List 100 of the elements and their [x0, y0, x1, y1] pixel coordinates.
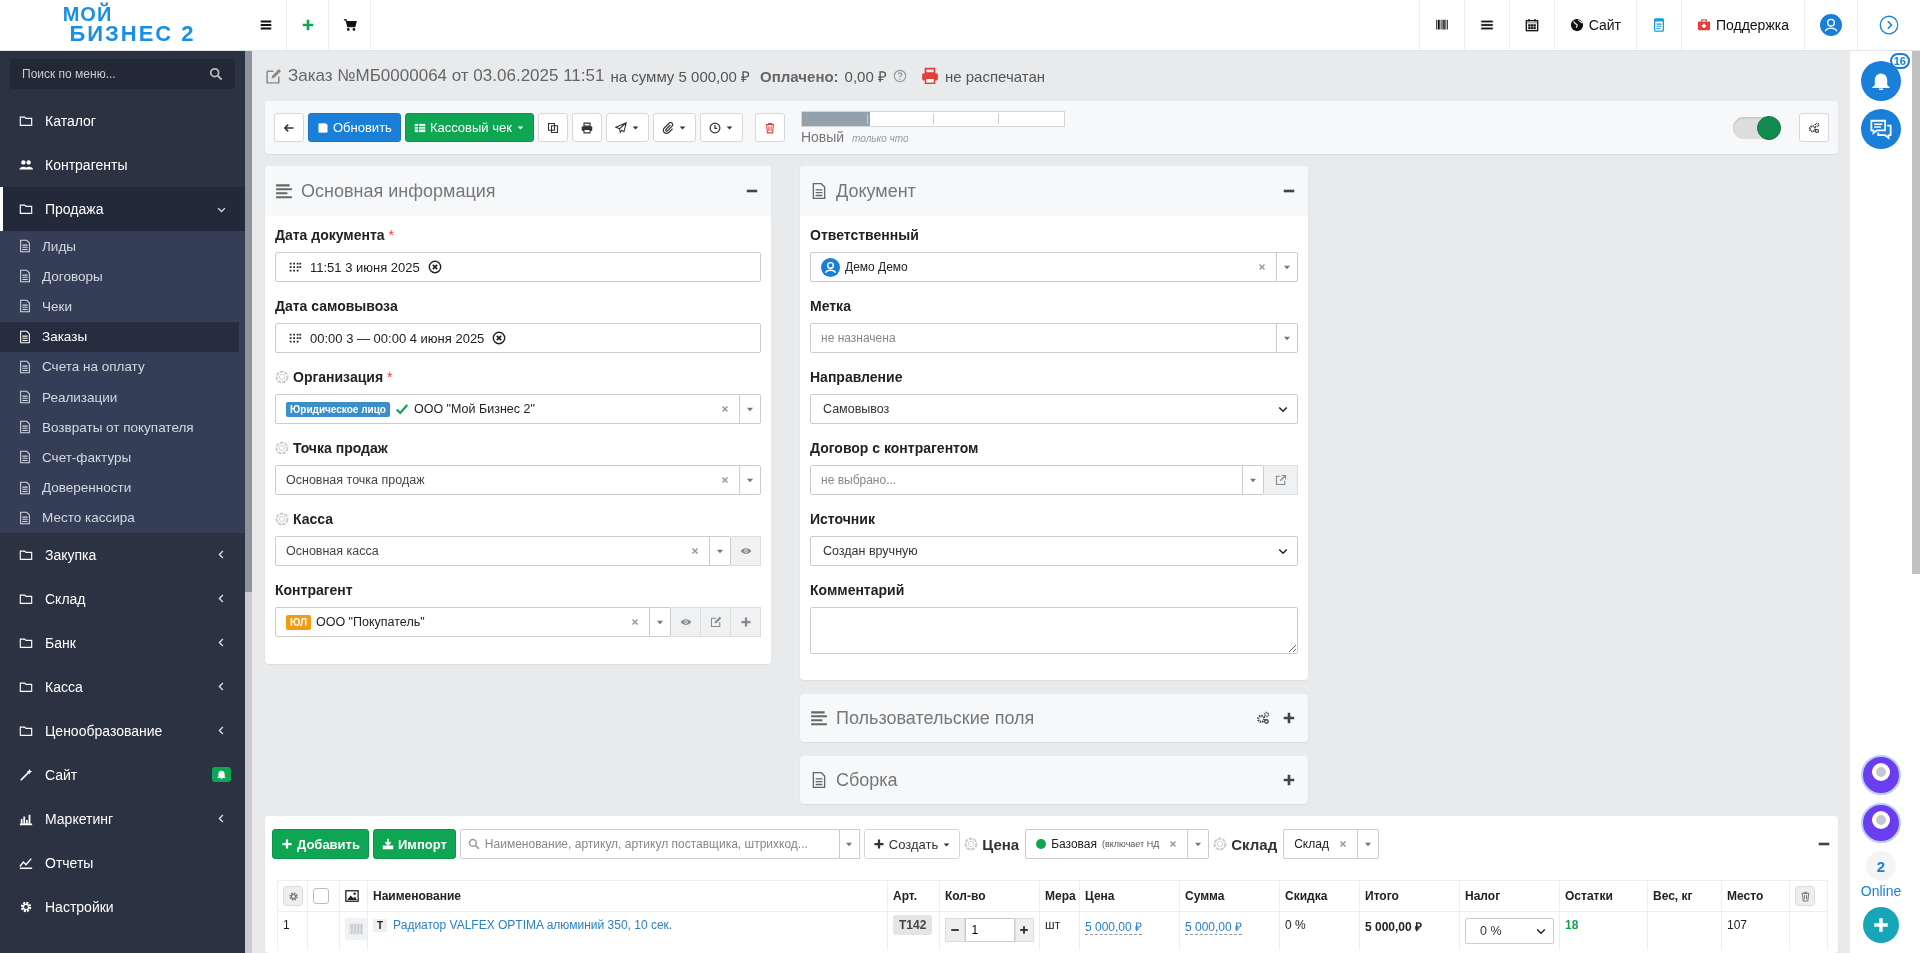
comment-field[interactable]: [810, 607, 1298, 654]
article-badge: Т142: [893, 915, 933, 935]
sidebar-item[interactable]: Отчеты: [0, 840, 245, 885]
print-button[interactable]: [571, 113, 602, 142]
sidebar-subitem[interactable]: Договоры: [0, 261, 245, 292]
clear-icon: [720, 404, 730, 414]
edit-button[interactable]: [701, 607, 731, 637]
document-icon: [18, 420, 32, 435]
document-icon: [18, 269, 32, 284]
sidebar-subitem[interactable]: Лиды: [0, 231, 245, 262]
printer-icon: [580, 121, 593, 134]
checkbox[interactable]: [313, 888, 329, 904]
add-button[interactable]: [1863, 907, 1899, 943]
sidebar-item[interactable]: Настройки: [0, 884, 245, 929]
select-field[interactable]: Демо Демо: [810, 252, 1298, 282]
tax-dropdown[interactable]: 0 %: [1465, 918, 1554, 944]
send-button[interactable]: [605, 113, 649, 142]
calendar-icon: [288, 260, 302, 274]
sidebar-item[interactable]: Маркетинг: [0, 796, 245, 841]
quantity-field[interactable]: 1: [964, 918, 1015, 942]
sidebar-item[interactable]: Каталог: [0, 99, 245, 143]
select-field[interactable]: Основная точка продаж: [275, 465, 761, 495]
sidebar-item[interactable]: Склад: [0, 576, 245, 621]
card-title: Пользовательские поля: [836, 707, 1035, 729]
history-button[interactable]: [699, 113, 743, 142]
increase-button[interactable]: [1014, 918, 1034, 942]
create-button[interactable]: Создать: [863, 829, 961, 859]
gears-icon: [1256, 711, 1270, 725]
price-link[interactable]: 5 000,00 ₽: [1085, 920, 1143, 935]
select-field[interactable]: Основная касса: [275, 536, 731, 566]
select-field[interactable]: ЮЛ ООО "Покупатель": [275, 607, 671, 637]
chat-button[interactable]: [1861, 109, 1901, 149]
price-select[interactable]: Базовая (включает НД: [1025, 829, 1210, 859]
table-cell: 1: [277, 911, 308, 950]
sidebar-item[interactable]: Продажа: [0, 187, 245, 231]
decrease-button[interactable]: [945, 918, 965, 942]
sidebar-item[interactable]: Сайт: [0, 752, 245, 797]
sidebar-item[interactable]: Ценообразование: [0, 708, 245, 753]
date-field[interactable]: 00:00 3 — 00:00 4 июня 2025: [275, 323, 761, 353]
barcode-icon: [1434, 18, 1449, 32]
save-button[interactable]: Обновить: [308, 113, 401, 142]
settings-button[interactable]: [283, 886, 303, 906]
expand-button[interactable]: [1877, 13, 1901, 37]
product-link[interactable]: Радиатор VALFEX OPTIMA алюминий 350, 10 сек.: [393, 918, 673, 932]
scrollbar[interactable]: [245, 51, 252, 953]
scrollbar[interactable]: [1912, 51, 1920, 575]
field-label: Договор с контрагентом: [810, 440, 979, 456]
select-field[interactable]: не назначена: [810, 323, 1298, 353]
sidebar-subitem[interactable]: Счета на оплату: [0, 351, 245, 382]
attach-button[interactable]: [652, 113, 696, 142]
settings-button[interactable]: [1254, 709, 1272, 727]
sidebar-item[interactable]: Банк: [0, 620, 245, 665]
table-cell: 18: [1559, 911, 1648, 950]
open-link-button[interactable]: [1264, 465, 1298, 495]
sidebar-subitem[interactable]: Чеки: [0, 291, 245, 322]
bell-icon: [216, 769, 227, 781]
sidebar-subitem[interactable]: Доверенности: [0, 472, 245, 503]
column-header: Наименование: [367, 880, 888, 912]
delete-button[interactable]: [754, 113, 785, 142]
user-avatar[interactable]: [1861, 803, 1901, 843]
delete-button[interactable]: [1795, 886, 1815, 906]
trash-icon: [1799, 890, 1811, 902]
select-field[interactable]: не выбрано...: [810, 465, 1264, 495]
panel-header[interactable]: Сборка: [800, 756, 1308, 804]
menu-icon: [258, 18, 273, 32]
sum-link[interactable]: 5 000,00 ₽: [1185, 920, 1243, 935]
user-avatar[interactable]: [1861, 755, 1901, 795]
toggle-switch[interactable]: [1733, 116, 1781, 139]
caret-icon: [724, 123, 734, 132]
sidebar-subitem[interactable]: Реализации: [0, 381, 245, 413]
add-button[interactable]: [731, 607, 761, 637]
required-mark: *: [387, 369, 393, 385]
copy-button[interactable]: [537, 113, 568, 142]
document-icon: [18, 390, 32, 405]
view-button[interactable]: [671, 607, 701, 637]
card-title: Сборка: [836, 769, 898, 791]
sidebar-item[interactable]: Касса: [0, 664, 245, 709]
sidebar-subitem[interactable]: Счет-фактуры: [0, 442, 245, 473]
lines-icon: [275, 182, 293, 200]
view-button[interactable]: [731, 536, 761, 566]
sidebar-subitem[interactable]: Возвраты от покупателя: [0, 412, 245, 443]
warehouse-select[interactable]: Склад: [1283, 829, 1379, 859]
status-progress[interactable]: [800, 110, 1065, 127]
back-button[interactable]: [274, 113, 304, 142]
chevron-right-icon: [1879, 15, 1899, 35]
image-icon: [345, 889, 359, 903]
settings-button[interactable]: [1799, 113, 1829, 142]
menu-search-field[interactable]: Поиск по меню...: [10, 59, 235, 89]
panel-header[interactable]: Пользовательские поля: [800, 694, 1308, 742]
dropdown[interactable]: Самовывоз: [810, 394, 1298, 424]
dropdown[interactable]: Создан вручную: [810, 536, 1298, 566]
sidebar-subitem[interactable]: Заказы: [0, 321, 239, 352]
product-search-field[interactable]: Наименование, артикул, артикул поставщика, штрихкод...: [459, 829, 840, 859]
sidebar-subitem[interactable]: Место кассира: [0, 502, 245, 533]
select-field[interactable]: Юридическое лицо ООО "Мой Бизнес 2": [275, 394, 761, 424]
sidebar-item[interactable]: Закупка: [0, 532, 245, 577]
field-label: Касса: [293, 511, 334, 527]
date-field[interactable]: 11:51 3 июня 2025: [275, 252, 761, 282]
sidebar-item[interactable]: Контрагенты: [0, 143, 245, 187]
table-icon: [413, 121, 426, 134]
